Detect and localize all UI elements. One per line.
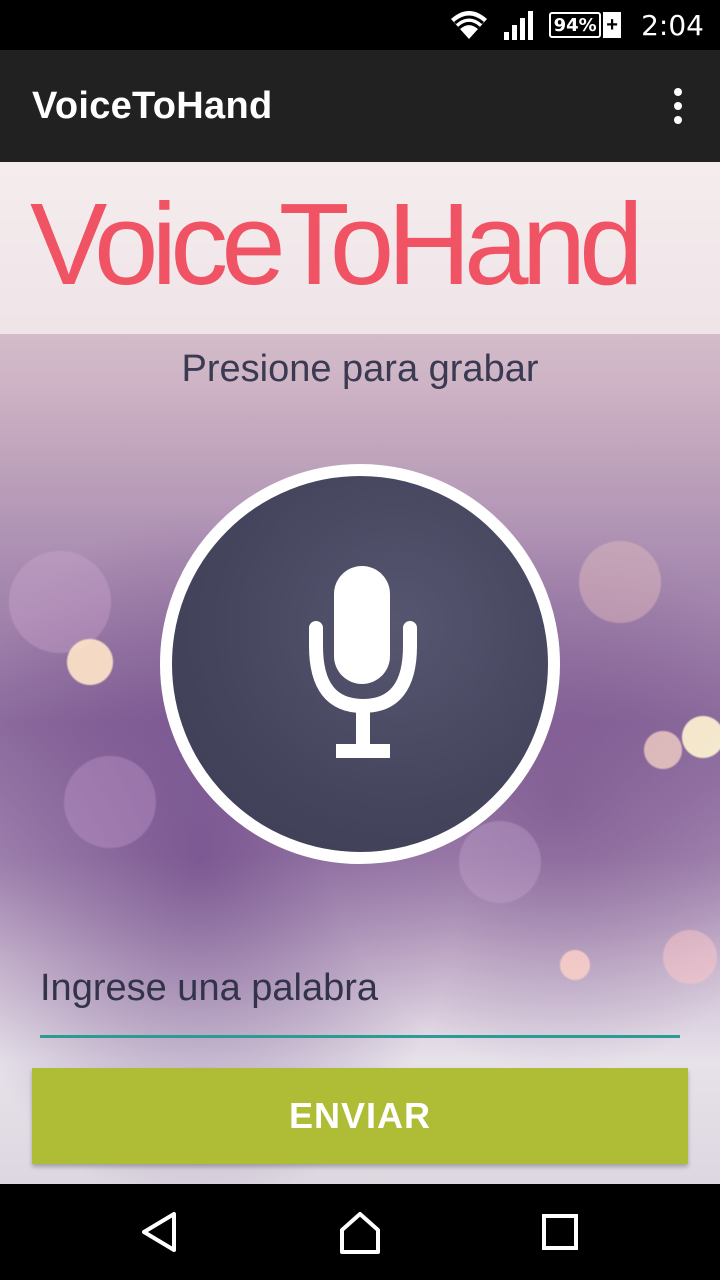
more-vert-icon[interactable] (666, 88, 690, 124)
logo-banner: VoiceToHand (0, 162, 720, 334)
record-button[interactable] (160, 464, 560, 864)
status-icons: 94% + 2:04 (449, 0, 704, 50)
menu-dot (674, 116, 682, 124)
microphone-icon (309, 566, 417, 758)
status-clock: 2:04 (641, 8, 704, 42)
battery-level: 94% (549, 12, 602, 38)
status-bar: 94% + 2:04 (0, 0, 720, 50)
navigation-bar (0, 1184, 720, 1280)
logo-text: VoiceToHand (30, 179, 644, 309)
app-bar: VoiceToHand (0, 50, 720, 162)
back-icon[interactable] (136, 1208, 184, 1256)
menu-dot (674, 102, 682, 110)
signal-icon (504, 11, 534, 40)
home-icon[interactable] (336, 1208, 384, 1256)
wifi-icon (451, 11, 488, 39)
battery-charging-icon: 94% + (549, 12, 622, 38)
record-prompt: Presione para grabar (181, 348, 539, 390)
charging-plus-icon: + (603, 12, 622, 38)
send-button[interactable]: ENVIAR (32, 1068, 688, 1164)
recents-icon[interactable] (536, 1208, 584, 1256)
word-input[interactable] (40, 942, 680, 1038)
app-title: VoiceToHand (32, 84, 273, 127)
main-content: VoiceToHand Presione para grabar ENVIAR (0, 162, 720, 1184)
menu-dot (674, 88, 682, 96)
